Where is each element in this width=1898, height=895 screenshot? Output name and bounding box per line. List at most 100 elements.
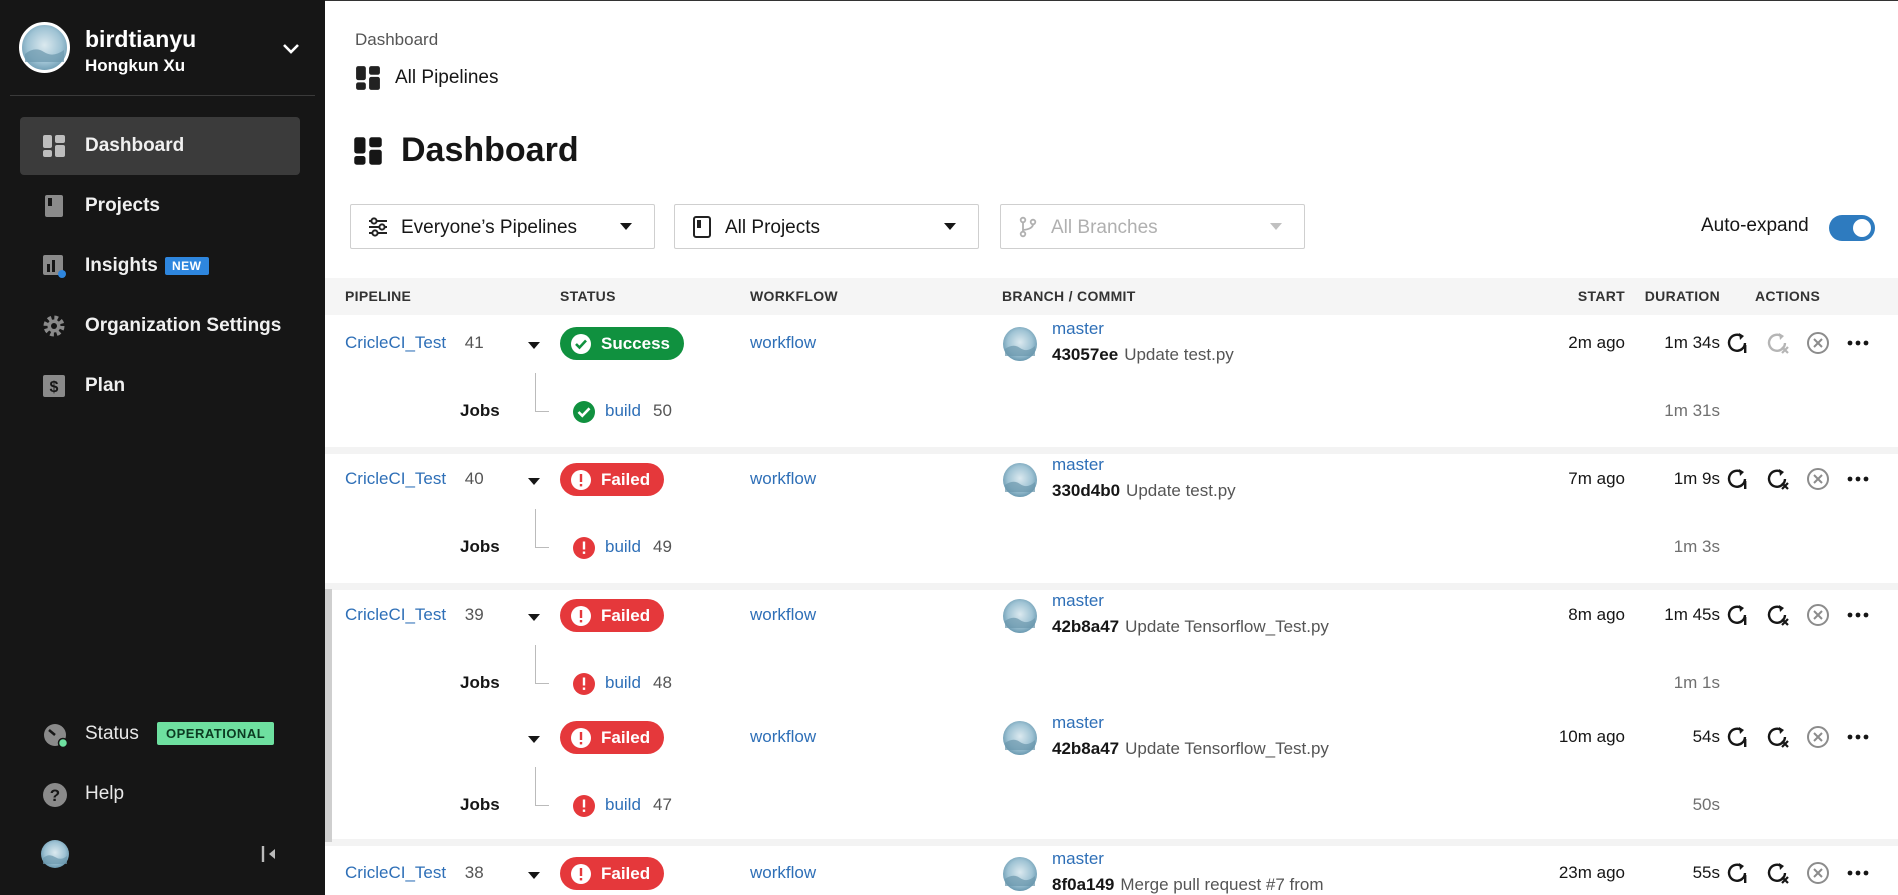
pipeline-number: 40 [464,469,484,488]
pipeline-project-link[interactable]: CricleCI_Test [345,469,446,489]
pipeline-project-link[interactable]: CricleCI_Test [345,333,446,353]
dashboard-icon [354,136,382,165]
cancel-workflow-icon[interactable] [1805,724,1831,750]
pipeline-number: 41 [464,333,484,352]
expand-caret-icon[interactable] [528,736,540,743]
jobs-label: Jobs [460,673,500,692]
filter-sliders-icon [369,217,387,237]
branch-link[interactable]: master [1052,591,1104,611]
job-name-link[interactable]: build [605,673,641,693]
cancel-workflow-icon[interactable] [1805,602,1831,628]
sidebar-item-status[interactable]: Status OPERATIONAL [20,714,310,754]
projects-filter-dropdown[interactable]: All Projects [674,204,979,249]
commit-info[interactable]: 8f0a149 Merge pull request #7 from [1052,875,1324,895]
cancel-workflow-icon[interactable] [1805,330,1831,356]
rerun-failed-jobs-icon[interactable] [1765,330,1791,356]
branches-filter-dropdown[interactable]: All Branches [1000,204,1305,249]
commit-hash: 42b8a47 [1052,617,1120,636]
workflow-link[interactable]: workflow [750,727,816,747]
rerun-workflow-icon[interactable] [1725,860,1751,886]
more-options-icon[interactable] [1845,860,1871,886]
workflow-link[interactable]: workflow [750,469,816,489]
header-duration: DURATION [1644,288,1720,304]
pipeline-start-time: 8m ago [1568,605,1625,624]
page-title: Dashboard [353,131,579,170]
sidebar-item-dashboard[interactable]: Dashboard [20,117,300,175]
branch-link[interactable]: master [1052,713,1104,733]
account-username: birdtianyu [85,26,197,52]
job-tree-connector [535,373,549,412]
more-options-icon[interactable] [1845,602,1871,628]
projects-filter-label: All Projects [725,217,821,238]
job-number: 49 [653,537,672,556]
branch-link[interactable]: master [1052,849,1104,869]
pipeline-project-link[interactable]: CricleCI_Test [345,605,446,625]
cancel-workflow-icon[interactable] [1805,466,1831,492]
page-title-text: Dashboard [401,131,579,169]
sidebar-item-insights[interactable]: Insights NEW [20,237,300,295]
rerun-workflow-icon[interactable] [1725,602,1751,628]
workflow-link[interactable]: workflow [750,333,816,353]
more-options-icon[interactable] [1845,724,1871,750]
rerun-workflow-icon[interactable] [1725,724,1751,750]
branch-link[interactable]: master [1052,455,1104,475]
check-circle-icon [573,401,595,423]
job-name-link[interactable]: build [605,795,641,815]
status-badge[interactable]: Failed [560,599,665,632]
commit-info[interactable]: 42b8a47 Update Tensorflow_Test.py [1052,617,1329,637]
status-badge[interactable]: Failed [560,463,665,496]
pipelines-filter-dropdown[interactable]: Everyone’s Pipelines [350,204,655,249]
sidebar-item-label: Plan [85,375,126,396]
auto-expand-toggle[interactable] [1829,215,1875,241]
commit-hash: 43057ee [1052,345,1119,364]
alert-circle-icon [573,795,595,817]
expand-caret-icon[interactable] [528,342,540,349]
pipeline-project-link[interactable]: CricleCI_Test [345,863,446,883]
scrollbar-thumb[interactable] [325,589,332,842]
collapse-sidebar-icon[interactable] [259,843,281,865]
breadcrumb-parent[interactable]: Dashboard [355,30,438,50]
status-badge[interactable]: Failed [560,721,665,754]
sidebar-item-organization-settings[interactable]: Organization Settings [20,297,300,355]
job-tree-connector [535,767,549,806]
more-options-icon[interactable] [1845,466,1871,492]
check-circle-icon [571,333,591,354]
status-badge[interactable]: Failed [560,857,665,890]
rerun-failed-jobs-icon[interactable] [1765,860,1791,886]
expand-caret-icon[interactable] [528,478,540,485]
commit-info[interactable]: 42b8a47 Update Tensorflow_Test.py [1052,739,1329,759]
sidebar-item-plan[interactable]: $ Plan [20,357,300,415]
jobs-label: Jobs [460,537,500,556]
expand-caret-icon[interactable] [528,872,540,879]
workflow-link[interactable]: workflow [750,605,816,625]
rerun-workflow-icon[interactable] [1725,330,1751,356]
header-pipeline: PIPELINE [345,288,412,304]
commit-info[interactable]: 43057ee Update test.py [1052,345,1234,365]
rerun-failed-jobs-icon[interactable] [1765,724,1791,750]
toggle-knob [1853,219,1871,237]
footer-avatar[interactable] [40,839,70,869]
cancel-workflow-icon[interactable] [1805,860,1831,886]
job-name-link[interactable]: build [605,537,641,557]
alert-circle-icon [571,863,591,884]
projects-book-icon [693,216,711,238]
sidebar-item-help[interactable]: ? Help [20,774,310,814]
commit-info[interactable]: 330d4b0 Update test.py [1052,481,1236,501]
new-badge: NEW [165,257,209,275]
workflow-link[interactable]: workflow [750,863,816,883]
status-badge[interactable]: Success [560,327,684,360]
rerun-workflow-icon[interactable] [1725,466,1751,492]
rerun-failed-jobs-icon[interactable] [1765,602,1791,628]
job-name-link[interactable]: build [605,401,641,421]
expand-caret-icon[interactable] [528,614,540,621]
alert-circle-icon [571,605,591,626]
branch-link[interactable]: master [1052,319,1104,339]
commit-message: Update test.py [1124,345,1234,364]
account-switcher[interactable]: birdtianyu Hongkun Xu [19,22,319,77]
pipeline-start-time: 10m ago [1558,727,1625,746]
more-options-icon[interactable] [1845,330,1871,356]
pipeline-start-time: 7m ago [1568,469,1625,488]
rerun-failed-jobs-icon[interactable] [1765,466,1791,492]
sidebar-item-projects[interactable]: Projects [20,177,300,235]
chevron-down-icon[interactable] [280,38,302,60]
